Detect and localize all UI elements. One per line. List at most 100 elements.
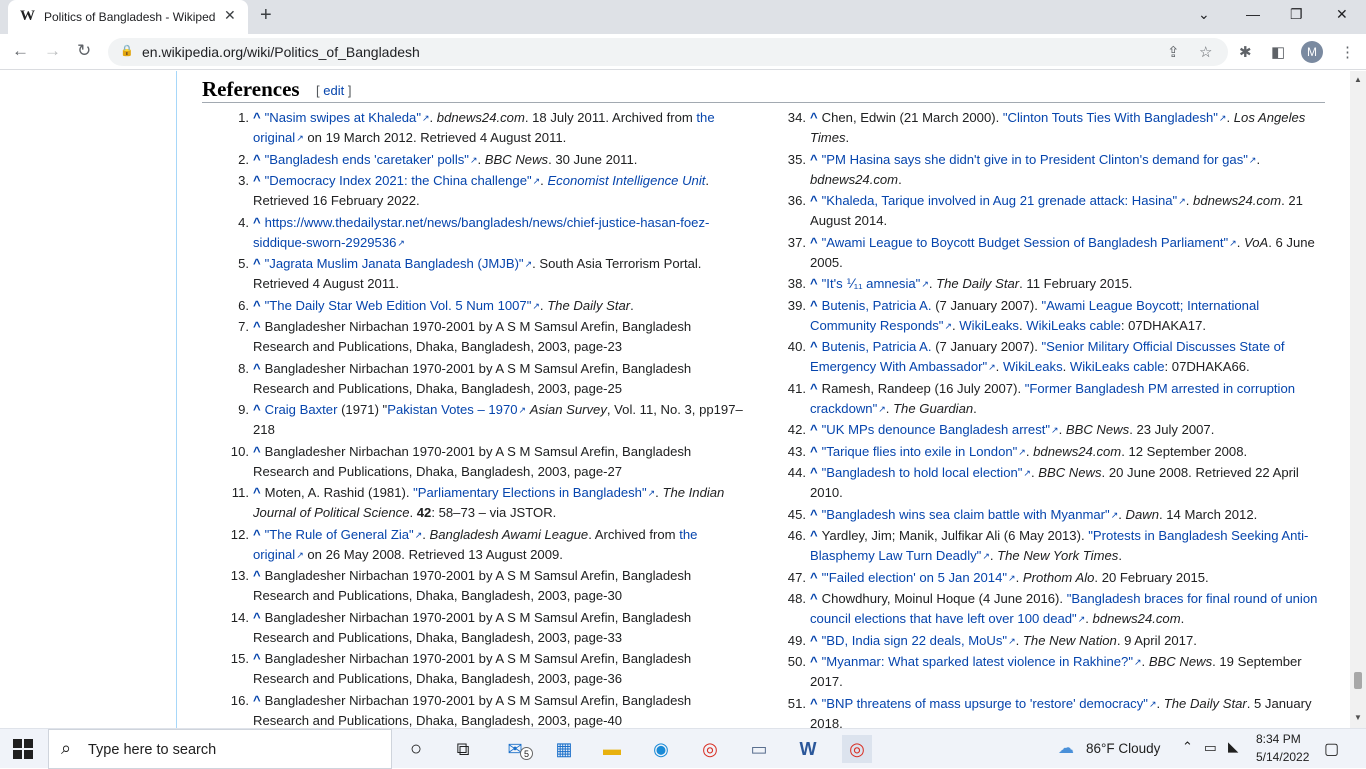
caret-backlink-icon[interactable]: ^ <box>810 633 818 648</box>
caret-backlink-icon[interactable]: ^ <box>253 152 261 167</box>
reference-link[interactable]: https://www.thedailystar.net/news/bangla… <box>253 215 709 250</box>
reference-link[interactable]: Economist Intelligence Unit <box>547 173 705 188</box>
caret-backlink-icon[interactable]: ^ <box>253 651 261 666</box>
caret-backlink-icon[interactable]: ^ <box>810 276 818 291</box>
reference-link[interactable]: "Bangladesh to hold local election" <box>822 465 1031 480</box>
reference-link[interactable]: "Parliamentary Elections in Bangladesh" <box>413 485 655 500</box>
caret-backlink-icon[interactable]: ^ <box>253 110 261 125</box>
caret-backlink-icon[interactable]: ^ <box>810 193 818 208</box>
caret-backlink-icon[interactable]: ^ <box>253 610 261 625</box>
caret-backlink-icon[interactable]: ^ <box>810 235 818 250</box>
star-icon[interactable]: ☆ <box>1199 43 1212 61</box>
reference-link[interactable]: "PM Hasina says she didn't give in to Pr… <box>822 152 1257 167</box>
taskbar-search-box[interactable]: ⌕ Type here to search <box>48 729 392 769</box>
reference-link[interactable]: Craig Baxter <box>265 402 338 417</box>
chrome-icon[interactable]: ◎ <box>695 735 725 763</box>
address-bar[interactable]: 🔒 en.wikipedia.org/wiki/Politics_of_Bang… <box>108 38 1228 66</box>
reference-link[interactable]: "Clinton Touts Ties With Bangladesh" <box>1003 110 1227 125</box>
reference-link[interactable]: "It's ⅟₁₁ amnesia" <box>822 276 929 291</box>
task-view-icon[interactable]: ⧉ <box>448 735 478 763</box>
notification-icon[interactable]: ▢ <box>1324 739 1339 759</box>
reference-link[interactable]: WikiLeaks <box>959 318 1019 333</box>
reference-link[interactable]: "Nasim swipes at Khaleda" <box>265 110 430 125</box>
avatar[interactable]: M <box>1301 41 1323 63</box>
caret-backlink-icon[interactable]: ^ <box>810 696 818 711</box>
caret-backlink-icon[interactable]: ^ <box>253 485 261 500</box>
windows-logo-icon[interactable] <box>13 739 33 759</box>
caret-backlink-icon[interactable]: ^ <box>810 298 818 313</box>
caret-backlink-icon[interactable]: ^ <box>253 173 261 188</box>
browser-tab[interactable]: W Politics of Bangladesh - Wikipedia ✕ <box>8 0 248 34</box>
clock-date[interactable]: 5/14/2022 <box>1256 750 1309 764</box>
caret-backlink-icon[interactable]: ^ <box>810 591 818 606</box>
mail-icon[interactable]: ✉ 5 <box>500 735 533 763</box>
reference-link[interactable]: "Bangladesh ends 'caretaker' polls" <box>265 152 478 167</box>
caret-backlink-icon[interactable]: ^ <box>253 361 261 376</box>
reference-link[interactable]: "UK MPs denounce Bangladesh arrest" <box>822 422 1059 437</box>
reference-link[interactable]: WikiLeaks <box>1003 359 1063 374</box>
reload-icon[interactable]: ↻ <box>77 41 91 61</box>
caret-backlink-icon[interactable]: ^ <box>810 570 818 585</box>
tab-search-chevron-icon[interactable]: ⌄ <box>1198 6 1210 23</box>
reference-link[interactable]: Butenis, Patricia A. <box>822 339 932 354</box>
caret-backlink-icon[interactable]: ^ <box>810 654 818 669</box>
word-icon[interactable]: W <box>793 735 823 763</box>
forward-arrow-icon[interactable]: → <box>44 41 61 61</box>
share-icon[interactable]: ⇪ <box>1167 43 1180 61</box>
caret-backlink-icon[interactable]: ^ <box>810 507 818 522</box>
scroll-down-icon[interactable]: ▼ <box>1354 713 1362 722</box>
scrollbar-thumb[interactable] <box>1354 672 1362 689</box>
lock-icon[interactable]: 🔒 <box>120 44 134 57</box>
caret-backlink-icon[interactable]: ^ <box>253 298 261 313</box>
page-scrollbar[interactable]: ▲ ▼ <box>1350 71 1366 728</box>
caret-backlink-icon[interactable]: ^ <box>810 381 818 396</box>
caret-backlink-icon[interactable]: ^ <box>253 527 261 542</box>
caret-backlink-icon[interactable]: ^ <box>810 465 818 480</box>
reference-link[interactable]: Pakistan Votes – 1970 <box>387 402 526 417</box>
clock-time[interactable]: 8:34 PM <box>1256 732 1301 746</box>
caret-backlink-icon[interactable]: ^ <box>253 319 261 334</box>
reference-link[interactable]: "Bangladesh wins sea claim battle with M… <box>822 507 1119 522</box>
reference-link[interactable]: WikiLeaks cable <box>1070 359 1165 374</box>
reference-link[interactable]: "The Daily Star Web Edition Vol. 5 Num 1… <box>265 298 540 313</box>
reference-link[interactable]: "Awami League to Boycott Budget Session … <box>822 235 1237 250</box>
window-close-icon[interactable]: ✕ <box>1336 6 1348 23</box>
caret-backlink-icon[interactable]: ^ <box>810 422 818 437</box>
caret-backlink-icon[interactable]: ^ <box>253 215 261 230</box>
edge-icon[interactable]: ◉ <box>646 735 676 763</box>
chevron-up-icon[interactable]: ⌃ <box>1182 739 1193 755</box>
caret-backlink-icon[interactable]: ^ <box>810 528 818 543</box>
weather-text[interactable]: 86°F Cloudy <box>1086 741 1160 756</box>
reference-link[interactable]: "Former Bangladesh PM arrested in corrup… <box>810 381 1295 416</box>
reference-link[interactable]: "Myanmar: What sparked latest violence i… <box>822 654 1142 669</box>
reference-link[interactable]: "Bangladesh braces for final round of un… <box>810 591 1317 626</box>
menu-dots-icon[interactable]: ⋮ <box>1340 43 1355 61</box>
cortana-icon[interactable]: ○ <box>401 735 431 763</box>
maximize-icon[interactable]: ❐ <box>1290 6 1303 23</box>
reference-link[interactable]: Butenis, Patricia A. <box>822 298 932 313</box>
reference-link[interactable]: "BNP threatens of mass upsurge to 'resto… <box>822 696 1157 711</box>
extension-icon[interactable]: ✱ <box>1239 43 1252 61</box>
reference-link[interactable]: "Tarique flies into exile in London" <box>822 444 1026 459</box>
caret-backlink-icon[interactable]: ^ <box>810 110 818 125</box>
sidepanel-icon[interactable]: ◧ <box>1271 43 1285 61</box>
reference-link[interactable]: "Democracy Index 2021: the China challen… <box>265 173 541 188</box>
scroll-up-icon[interactable]: ▲ <box>1354 75 1362 84</box>
plus-icon[interactable]: + <box>260 4 272 27</box>
caret-backlink-icon[interactable]: ^ <box>253 568 261 583</box>
chrome-profile-icon[interactable]: ◎ <box>842 735 872 763</box>
caret-backlink-icon[interactable]: ^ <box>810 339 818 354</box>
reference-link[interactable]: "Khaleda, Tarique involved in Aug 21 gre… <box>822 193 1186 208</box>
reference-link[interactable]: "'Failed election' on 5 Jan 2014" <box>822 570 1016 585</box>
caret-backlink-icon[interactable]: ^ <box>810 444 818 459</box>
minimize-icon[interactable]: — <box>1246 6 1260 22</box>
caret-backlink-icon[interactable]: ^ <box>253 444 261 459</box>
back-arrow-icon[interactable]: ← <box>12 41 29 61</box>
store-icon[interactable]: ▦ <box>549 735 579 763</box>
folder-icon[interactable]: ▬ <box>597 735 627 763</box>
caret-backlink-icon[interactable]: ^ <box>253 402 261 417</box>
reference-link[interactable]: "BD, India sign 22 deals, MoUs" <box>822 633 1016 648</box>
remote-desktop-icon[interactable]: ▭ <box>744 735 774 763</box>
caret-backlink-icon[interactable]: ^ <box>253 693 261 708</box>
close-icon[interactable]: ✕ <box>224 7 236 24</box>
